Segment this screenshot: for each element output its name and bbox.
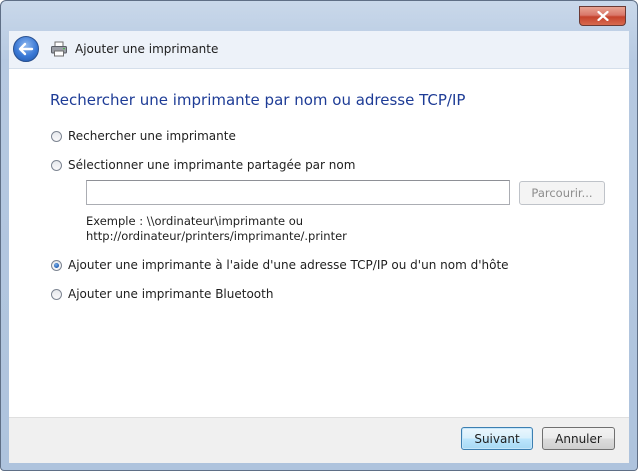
back-button[interactable]	[13, 36, 39, 62]
window-title: Ajouter une imprimante	[75, 42, 219, 56]
page-title: Rechercher une imprimante par nom ou adr…	[50, 91, 466, 109]
option-label: Rechercher une imprimante	[68, 129, 236, 143]
example-text: Exemple : \\ordinateur\imprimante ou htt…	[86, 214, 347, 244]
add-printer-window: Ajouter une imprimante Rechercher une im…	[0, 0, 638, 471]
cancel-button[interactable]: Annuler	[542, 427, 615, 450]
back-arrow-icon	[18, 42, 34, 56]
wizard-content: Rechercher une imprimante par nom ou adr…	[9, 69, 629, 417]
printer-icon	[51, 41, 67, 57]
option-tcpip-hostname[interactable]: Ajouter une imprimante à l'aide d'une ad…	[51, 258, 509, 272]
close-button[interactable]	[579, 6, 626, 26]
radio-search-printer[interactable]	[51, 130, 62, 142]
option-bluetooth[interactable]: Ajouter une imprimante Bluetooth	[51, 287, 273, 301]
browse-button[interactable]: Parcourir...	[519, 181, 605, 205]
shared-printer-name-input[interactable]	[86, 180, 510, 205]
radio-tcpip-hostname[interactable]	[51, 259, 62, 271]
radio-bluetooth[interactable]	[51, 288, 62, 300]
option-label: Sélectionner une imprimante partagée par…	[68, 158, 356, 172]
option-shared-by-name[interactable]: Sélectionner une imprimante partagée par…	[51, 158, 355, 172]
example-line-1: Exemple : \\ordinateur\imprimante ou	[86, 214, 304, 228]
option-label: Ajouter une imprimante Bluetooth	[68, 287, 274, 301]
option-search-printer[interactable]: Rechercher une imprimante	[51, 129, 236, 143]
next-button[interactable]: Suivant	[461, 427, 533, 450]
wizard-footer: Suivant Annuler	[9, 417, 629, 463]
radio-shared-by-name[interactable]	[51, 159, 62, 171]
close-icon	[596, 11, 609, 21]
wizard-header: Ajouter une imprimante	[9, 31, 629, 69]
example-line-2: http://ordinateur/printers/imprimante/.p…	[86, 229, 347, 243]
option-label: Ajouter une imprimante à l'aide d'une ad…	[68, 258, 509, 272]
